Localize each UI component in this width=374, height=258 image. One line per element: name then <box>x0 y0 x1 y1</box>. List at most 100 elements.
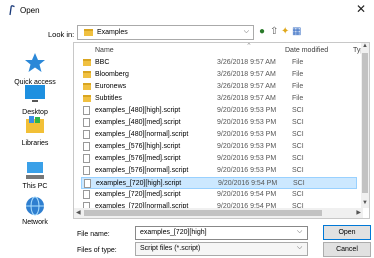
file-type: File <box>292 95 304 102</box>
scroll-down-icon[interactable]: ▼ <box>361 200 369 208</box>
file-name: Bloomberg <box>95 71 129 78</box>
open-button[interactable]: Open <box>323 225 371 240</box>
places-bar: Quick access Desktop Libraries This PC N… <box>0 44 70 258</box>
star-icon <box>25 53 45 72</box>
view-menu-icon[interactable]: ▦ <box>292 26 301 38</box>
chevron-down-icon[interactable]: ⌵ <box>297 244 302 252</box>
file-type: SCI <box>292 191 304 198</box>
scroll-thumb[interactable] <box>362 53 368 193</box>
file-icon <box>83 190 90 199</box>
column-header-name[interactable]: Name <box>95 47 114 54</box>
file-row[interactable]: BBC 3/26/2018 9:57 AM File <box>81 57 357 69</box>
file-date: 3/26/2018 9:57 AM <box>217 71 276 78</box>
close-button[interactable]: ✕ <box>350 0 372 20</box>
new-folder-icon[interactable]: ✦ <box>281 26 289 38</box>
file-date: 9/20/2016 9:53 PM <box>217 155 277 162</box>
file-name: examples_[480][high].script <box>95 107 181 114</box>
computer-icon <box>26 162 44 179</box>
file-icon <box>83 118 90 127</box>
file-date: 3/26/2018 9:57 AM <box>217 95 276 102</box>
look-in-value: Examples <box>97 29 128 36</box>
file-row[interactable]: examples_[576][med].script 9/20/2016 9:53… <box>81 153 357 165</box>
look-in-label: Look in: <box>48 30 75 39</box>
file-name-input[interactable]: examples_[720][high] <box>135 226 308 240</box>
vertical-scrollbar[interactable]: ▲ ▼ <box>361 43 369 208</box>
file-row[interactable]: examples_[720][high].script 9/20/2016 9:5… <box>81 177 357 189</box>
file-type: SCI <box>292 119 304 126</box>
file-row[interactable]: examples_[720][med].script 9/20/2016 9:54… <box>81 189 357 201</box>
file-row[interactable]: Euronews 3/26/2018 9:57 AM File <box>81 81 357 93</box>
file-type: SCI <box>292 107 304 114</box>
file-date: 3/26/2018 9:57 AM <box>217 83 276 90</box>
column-header-date[interactable]: Date modified <box>285 47 328 54</box>
file-type-label: Files of type: <box>77 247 117 254</box>
file-type: SCI <box>292 143 304 150</box>
file-date: 9/20/2016 9:53 PM <box>217 167 277 174</box>
file-date: 9/20/2016 9:53 PM <box>217 131 277 138</box>
file-row[interactable]: Bloomberg 3/26/2018 9:57 AM File <box>81 69 357 81</box>
file-icon <box>83 142 90 151</box>
title-bar: Open ✕ <box>0 0 374 22</box>
file-row[interactable]: examples_[576][normal].script 9/20/2016 9… <box>81 165 357 177</box>
cancel-button[interactable]: Cancel <box>323 242 371 257</box>
file-row[interactable]: examples_[480][med].script 9/20/2016 9:53… <box>81 117 357 129</box>
file-date: 9/20/2016 9:54 PM <box>217 191 277 198</box>
file-row[interactable]: Subtitles 3/26/2018 9:57 AM File <box>81 93 357 105</box>
file-type-dropdown[interactable]: Script files (*.script) <box>135 242 308 256</box>
chevron-down-icon: ⌵ <box>243 28 249 35</box>
scroll-thumb[interactable] <box>84 210 322 216</box>
file-date: 9/20/2016 9:53 PM <box>217 119 277 126</box>
folder-icon <box>84 29 93 36</box>
file-icon <box>83 154 90 163</box>
file-list[interactable]: ⌃ Name Date modified Typ BBC 3/26/2018 9:… <box>73 42 370 219</box>
file-name: examples_[576][normal].script <box>95 167 189 174</box>
back-icon[interactable]: ● <box>259 26 265 38</box>
folder-icon <box>83 83 91 90</box>
file-name: examples_[720][high].script <box>96 180 182 187</box>
up-folder-icon[interactable]: ⇧ <box>270 26 278 38</box>
folder-icon <box>83 59 91 66</box>
file-name: Euronews <box>95 83 127 90</box>
file-type: SCI <box>293 180 305 187</box>
scroll-right-icon[interactable]: ▶ <box>356 209 361 216</box>
look-in-dropdown[interactable]: Examples ⌵ <box>77 25 254 40</box>
file-row[interactable]: examples_[576][high].script 9/20/2016 9:5… <box>81 141 357 153</box>
file-name: examples_[720][med].script <box>95 191 181 198</box>
file-date: 3/26/2018 9:57 AM <box>217 59 276 66</box>
file-type: SCI <box>292 155 304 162</box>
window-title: Open <box>20 6 40 15</box>
file-type: SCI <box>292 167 304 174</box>
file-icon <box>83 106 90 115</box>
file-icon <box>83 166 90 175</box>
file-icon <box>83 130 90 139</box>
file-name: Subtitles <box>95 95 122 102</box>
network-icon <box>26 196 44 216</box>
desktop-icon <box>25 85 45 102</box>
file-icon <box>84 179 91 188</box>
place-label: This PC <box>22 183 48 190</box>
folder-icon <box>83 71 91 78</box>
sort-arrow-icon: ⌃ <box>246 43 252 50</box>
place-label: Libraries <box>21 140 49 147</box>
file-row[interactable]: examples_[480][high].script 9/20/2016 9:5… <box>81 105 357 117</box>
file-name: BBC <box>95 59 110 66</box>
place-label: Network <box>22 219 48 226</box>
file-type: File <box>292 83 304 90</box>
horizontal-scrollbar[interactable]: ◀ ▶ <box>74 208 363 218</box>
file-type: File <box>292 71 304 78</box>
file-date: 9/20/2016 9:53 PM <box>217 107 277 114</box>
file-row[interactable]: examples_[480][normal].script 9/20/2016 9… <box>81 129 357 141</box>
scroll-up-icon[interactable]: ▲ <box>361 43 369 51</box>
file-date: 9/20/2016 9:53 PM <box>217 143 277 150</box>
file-name: examples_[480][med].script <box>95 119 181 126</box>
app-logo-icon <box>9 5 15 16</box>
file-type: SCI <box>292 131 304 138</box>
chevron-down-icon[interactable]: ⌵ <box>297 228 302 236</box>
file-name-label: File name: <box>77 231 110 238</box>
folder-icon <box>83 95 91 102</box>
libraries-icon <box>26 116 44 133</box>
file-date: 9/20/2016 9:54 PM <box>218 180 278 187</box>
scroll-left-icon[interactable]: ◀ <box>76 209 81 216</box>
file-name: examples_[576][high].script <box>95 143 181 150</box>
file-name: examples_[480][normal].script <box>95 131 189 138</box>
